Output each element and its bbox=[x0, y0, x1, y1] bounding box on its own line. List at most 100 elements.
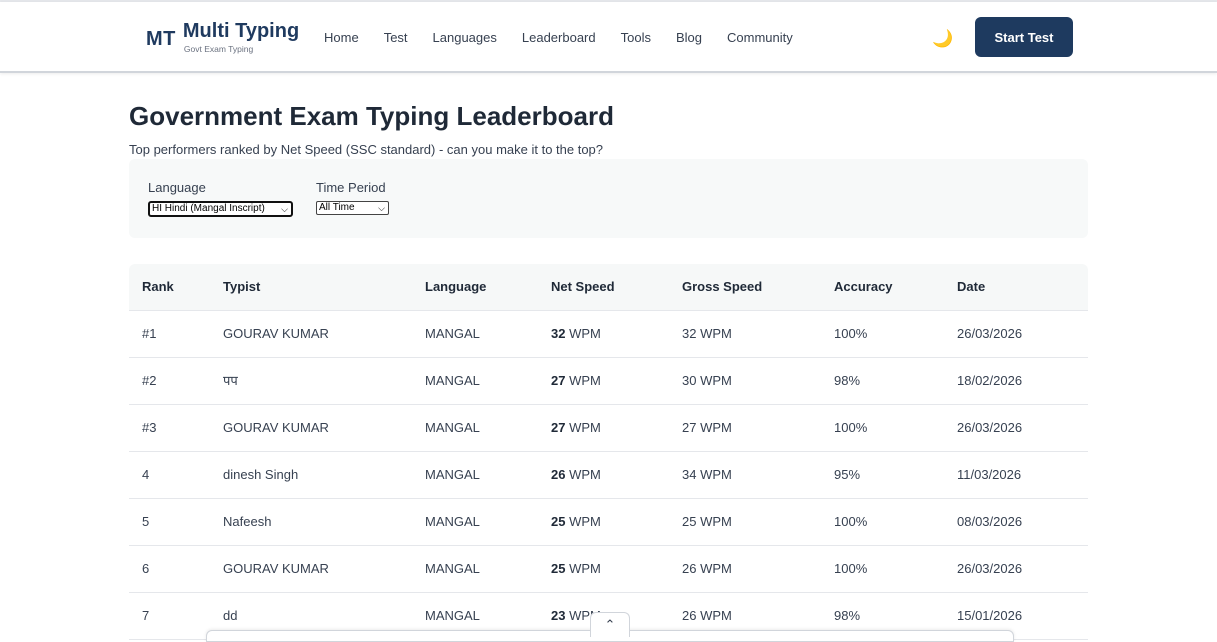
page-subtitle: Top performers ranked by Net Speed (SSC … bbox=[129, 142, 604, 157]
net-speed-cell: 27 WPM bbox=[551, 358, 601, 404]
site-logo[interactable]: MT Multi Typing Govt Exam Typing bbox=[146, 20, 299, 54]
chevron-down-icon: ⌵ bbox=[281, 204, 288, 214]
language-cell: MANGAL bbox=[425, 326, 480, 341]
nav-test[interactable]: Test bbox=[384, 30, 408, 45]
net-speed-value: 25 bbox=[551, 561, 566, 576]
period-filter: Time Period All Time ⌵ bbox=[316, 180, 389, 215]
accuracy-cell: 100% bbox=[834, 514, 868, 529]
net-speed-value: 27 bbox=[551, 373, 566, 388]
logo-mark: MT bbox=[146, 28, 176, 50]
language-select[interactable]: HI Hindi (Mangal Inscript) ⌵ bbox=[148, 201, 293, 217]
logo-text: Multi Typing Govt Exam Typing bbox=[183, 20, 299, 54]
table-body: #1 GOURAV KUMAR MANGAL 32 WPM 32 WPM 100… bbox=[129, 311, 1088, 640]
typist-cell: GOURAV KUMAR bbox=[223, 326, 329, 341]
accuracy-cell: 98% bbox=[834, 373, 861, 388]
nav-blog[interactable]: Blog bbox=[676, 30, 702, 45]
nav-community[interactable]: Community bbox=[727, 30, 793, 45]
net-speed-value: 26 bbox=[551, 467, 566, 482]
gross-speed-cell: 27 WPM bbox=[682, 420, 732, 435]
rank-cell: #1 bbox=[142, 326, 157, 341]
gross-speed-cell: 25 WPM bbox=[682, 514, 732, 529]
net-speed-unit: WPM bbox=[569, 326, 601, 341]
gross-speed-cell: 34 WPM bbox=[682, 467, 732, 482]
period-select[interactable]: All Time ⌵ bbox=[316, 201, 389, 215]
net-speed-unit: WPM bbox=[569, 373, 601, 388]
language-filter: Language HI Hindi (Mangal Inscript) ⌵ bbox=[148, 180, 293, 217]
language-label: Language bbox=[148, 180, 206, 195]
net-speed-value: 23 bbox=[551, 608, 566, 623]
start-test-button[interactable]: Start Test bbox=[975, 17, 1073, 57]
accuracy-cell: 95% bbox=[834, 467, 861, 482]
net-speed-value: 32 bbox=[551, 326, 566, 341]
date-cell: 08/03/2026 bbox=[957, 514, 1023, 529]
net-speed-unit: WPM bbox=[569, 467, 601, 482]
main-nav: Home Test Languages Leaderboard Tools Bl… bbox=[324, 30, 818, 45]
leaderboard-table: Rank Typist Language Net Speed Gross Spe… bbox=[129, 264, 1088, 640]
header-gross-speed: Gross Speed bbox=[682, 279, 763, 294]
scroll-up-button[interactable]: ⌃ bbox=[590, 612, 630, 637]
page-title: Government Exam Typing Leaderboard bbox=[129, 101, 614, 131]
net-speed-cell: 26 WPM bbox=[551, 452, 601, 498]
date-cell: 26/03/2026 bbox=[957, 326, 1023, 341]
table-row: 4 dinesh Singh MANGAL 26 WPM 34 WPM 95% … bbox=[129, 452, 1088, 499]
net-speed-value: 25 bbox=[551, 514, 566, 529]
period-label: Time Period bbox=[316, 180, 386, 195]
header-rank: Rank bbox=[142, 279, 174, 294]
net-speed-value: 27 bbox=[551, 420, 566, 435]
date-cell: 18/02/2026 bbox=[957, 373, 1023, 388]
net-speed-cell: 25 WPM bbox=[551, 546, 601, 592]
header-net-speed: Net Speed bbox=[551, 279, 615, 294]
date-cell: 26/03/2026 bbox=[957, 561, 1023, 576]
table-row: 5 Nafeesh MANGAL 25 WPM 25 WPM 100% 08/0… bbox=[129, 499, 1088, 546]
header-accuracy: Accuracy bbox=[834, 279, 893, 294]
filter-panel: Language HI Hindi (Mangal Inscript) ⌵ Ti… bbox=[129, 159, 1088, 238]
table-header: Rank Typist Language Net Speed Gross Spe… bbox=[129, 264, 1088, 311]
typist-cell: dinesh Singh bbox=[223, 467, 299, 482]
language-cell: MANGAL bbox=[425, 373, 480, 388]
accuracy-cell: 100% bbox=[834, 420, 868, 435]
nav-tools[interactable]: Tools bbox=[621, 30, 651, 45]
rank-cell: 5 bbox=[142, 514, 150, 529]
accuracy-cell: 100% bbox=[834, 326, 868, 341]
logo-title: Multi Typing bbox=[182, 20, 300, 42]
nav-leaderboard[interactable]: Leaderboard bbox=[522, 30, 596, 45]
chevron-down-icon: ⌵ bbox=[378, 203, 385, 213]
language-cell: MANGAL bbox=[425, 420, 480, 435]
date-cell: 11/03/2026 bbox=[957, 467, 1022, 482]
chevron-up-icon: ⌃ bbox=[604, 617, 616, 632]
net-speed-unit: WPM bbox=[569, 561, 601, 576]
gross-speed-cell: 32 WPM bbox=[682, 326, 732, 341]
accuracy-cell: 100% bbox=[834, 561, 868, 576]
net-speed-cell: 32 WPM bbox=[551, 311, 601, 357]
rank-cell: 6 bbox=[142, 561, 150, 576]
site-header: MT Multi Typing Govt Exam Typing Home Te… bbox=[0, 2, 1217, 73]
typist-cell: Nafeesh bbox=[223, 514, 272, 529]
gross-speed-cell: 30 WPM bbox=[682, 373, 732, 388]
table-row: 6 GOURAV KUMAR MANGAL 25 WPM 26 WPM 100%… bbox=[129, 546, 1088, 593]
language-select-value: HI Hindi (Mangal Inscript) bbox=[152, 203, 265, 214]
rank-cell: #3 bbox=[142, 420, 157, 435]
gross-speed-cell: 26 WPM bbox=[682, 561, 732, 576]
table-row: #3 GOURAV KUMAR MANGAL 27 WPM 27 WPM 100… bbox=[129, 405, 1088, 452]
header-language: Language bbox=[425, 279, 487, 294]
rank-cell: 4 bbox=[142, 467, 150, 482]
table-row: #1 GOURAV KUMAR MANGAL 32 WPM 32 WPM 100… bbox=[129, 311, 1088, 358]
language-cell: MANGAL bbox=[425, 467, 480, 482]
language-cell: MANGAL bbox=[425, 561, 480, 576]
net-speed-unit: WPM bbox=[569, 420, 601, 435]
net-speed-cell: 27 WPM bbox=[551, 405, 601, 451]
period-select-value: All Time bbox=[319, 202, 355, 213]
net-speed-cell: 25 WPM bbox=[551, 499, 601, 545]
date-cell: 26/03/2026 bbox=[957, 420, 1023, 435]
language-cell: MANGAL bbox=[425, 514, 480, 529]
header-typist: Typist bbox=[223, 279, 261, 294]
typist-cell: पप bbox=[223, 373, 238, 388]
header-date: Date bbox=[957, 279, 986, 294]
typist-cell: GOURAV KUMAR bbox=[223, 420, 329, 435]
logo-subtitle: Govt Exam Typing bbox=[183, 44, 254, 54]
typist-cell: GOURAV KUMAR bbox=[223, 561, 329, 576]
nav-home[interactable]: Home bbox=[324, 30, 359, 45]
moon-icon[interactable]: 🌙 bbox=[932, 29, 953, 49]
nav-languages[interactable]: Languages bbox=[433, 30, 497, 45]
rank-cell: 7 bbox=[142, 608, 150, 623]
